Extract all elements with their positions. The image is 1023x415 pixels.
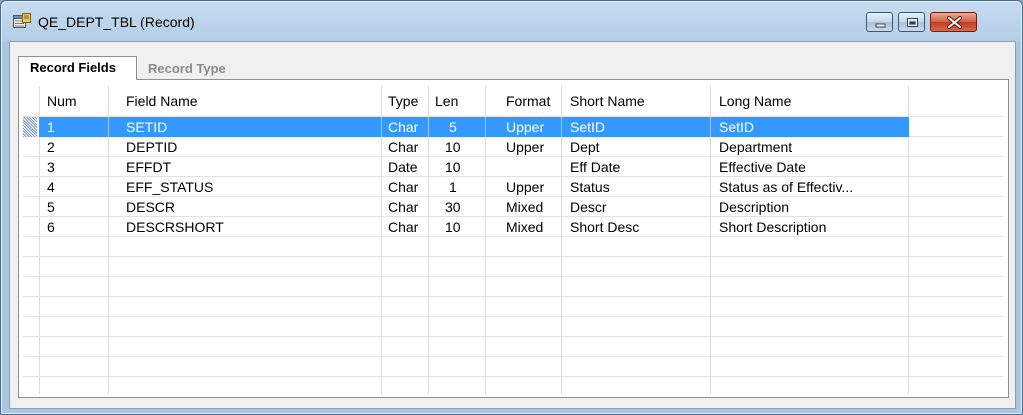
grid-row-line: [23, 316, 1003, 317]
cell-type: Char: [388, 119, 419, 135]
cell-long-name: Short Description: [719, 219, 827, 235]
cell-long-name: Effective Date: [719, 159, 806, 175]
cell-long-name: Description: [719, 199, 790, 215]
cell-len: 5: [449, 119, 457, 135]
cell-num: 5: [47, 199, 55, 215]
cell-type: Char: [388, 199, 419, 215]
cell-field-name: DESCR: [126, 199, 176, 215]
minimize-icon: [875, 23, 886, 28]
cell-short-name: Eff Date: [570, 159, 621, 175]
cell-num: 1: [47, 119, 55, 135]
cell-long-name: Department: [719, 139, 793, 155]
cell-short-name: Status: [570, 179, 610, 195]
cell-short-name: Short Desc: [570, 219, 640, 235]
cell-field-name: SETID: [126, 119, 168, 135]
cell-long-name: Status as of Effectiv...: [719, 179, 854, 195]
cell-len: 30: [445, 199, 461, 215]
table-row-selected[interactable]: 1 SETID Char 5 Upper SetID SetID: [23, 117, 1003, 137]
cell-field-name: EFF_STATUS: [126, 179, 214, 195]
row-selector-indicator[interactable]: [23, 117, 37, 137]
cell-format: Upper: [506, 179, 545, 195]
cell-len: 10: [445, 159, 461, 175]
column-header-short-name[interactable]: Short Name: [570, 86, 645, 116]
cell-type: Char: [388, 179, 419, 195]
column-header-long-name[interactable]: Long Name: [719, 86, 791, 116]
window-client-area: Record Fields Record Type Num Field Name…: [9, 41, 1016, 409]
cell-short-name: Descr: [570, 199, 607, 215]
grid-row-line: [23, 336, 1003, 337]
table-row[interactable]: 4 EFF_STATUS Char 1 Upper Status Status …: [23, 177, 1003, 197]
record-icon: [13, 13, 31, 29]
cell-field-name: DEPTID: [126, 139, 178, 155]
cell-format: Mixed: [506, 199, 544, 215]
cell-len: 1: [449, 179, 457, 195]
grid-column-divider: [485, 117, 486, 137]
cell-field-name: DESCRSHORT: [126, 219, 224, 235]
table-row[interactable]: 6 DESCRSHORT Char 10 Mixed Short Desc Sh…: [23, 217, 1003, 237]
table-row[interactable]: 2 DEPTID Char 10 Upper Dept Department: [23, 137, 1003, 157]
tab-record-fields[interactable]: Record Fields: [18, 56, 137, 80]
cell-short-name: SetID: [570, 119, 606, 135]
cell-num: 2: [47, 139, 55, 155]
table-row[interactable]: 5 DESCR Char 30 Mixed Descr Description: [23, 197, 1003, 217]
column-header-format[interactable]: Format: [506, 86, 550, 116]
column-header-field-name[interactable]: Field Name: [126, 86, 198, 116]
minimize-button[interactable]: [866, 12, 893, 32]
cell-type: Char: [388, 219, 419, 235]
maximize-button[interactable]: [898, 12, 925, 32]
cell-num: 6: [47, 219, 55, 235]
cell-format: Upper: [506, 139, 545, 155]
cell-len: 10: [445, 139, 461, 155]
grid-column-divider: [710, 117, 711, 137]
record-fields-panel: Num Field Name Type Len Format Short Nam…: [18, 79, 1009, 398]
grid-column-divider: [108, 117, 109, 137]
grid-row-line: [23, 376, 1003, 377]
grid-column-divider: [561, 117, 562, 137]
table-row[interactable]: 3 EFFDT Date 10 Eff Date Effective Date: [23, 157, 1003, 177]
record-window: QE_DEPT_TBL (Record) Record Fields Recor…: [0, 0, 1023, 415]
cell-format: Mixed: [506, 219, 544, 235]
grid-row-line: [23, 296, 1003, 297]
cell-short-name: Dept: [570, 139, 600, 155]
row-selection-highlight: [39, 117, 909, 137]
cell-type: Date: [388, 159, 418, 175]
close-button[interactable]: [930, 12, 977, 32]
cell-type: Char: [388, 139, 419, 155]
column-header-type[interactable]: Type: [388, 86, 418, 116]
cell-long-name: SetID: [719, 119, 755, 135]
grid-column-divider: [381, 117, 382, 137]
grid-row-line: [23, 276, 1003, 277]
column-header-num[interactable]: Num: [47, 86, 77, 116]
window-title: QE_DEPT_TBL (Record): [38, 14, 195, 30]
cell-num: 3: [47, 159, 55, 175]
close-icon: [947, 16, 962, 29]
cell-num: 4: [47, 179, 55, 195]
cell-len: 10: [445, 219, 461, 235]
grid-row-line: [23, 256, 1003, 257]
cell-format: Upper: [506, 119, 545, 135]
grid-column-divider: [428, 117, 429, 137]
maximize-icon: [907, 18, 918, 27]
cell-field-name: EFFDT: [126, 159, 172, 175]
title-bar[interactable]: QE_DEPT_TBL (Record): [1, 1, 1022, 41]
column-header-len[interactable]: Len: [435, 86, 458, 116]
grid-row-line: [23, 356, 1003, 357]
